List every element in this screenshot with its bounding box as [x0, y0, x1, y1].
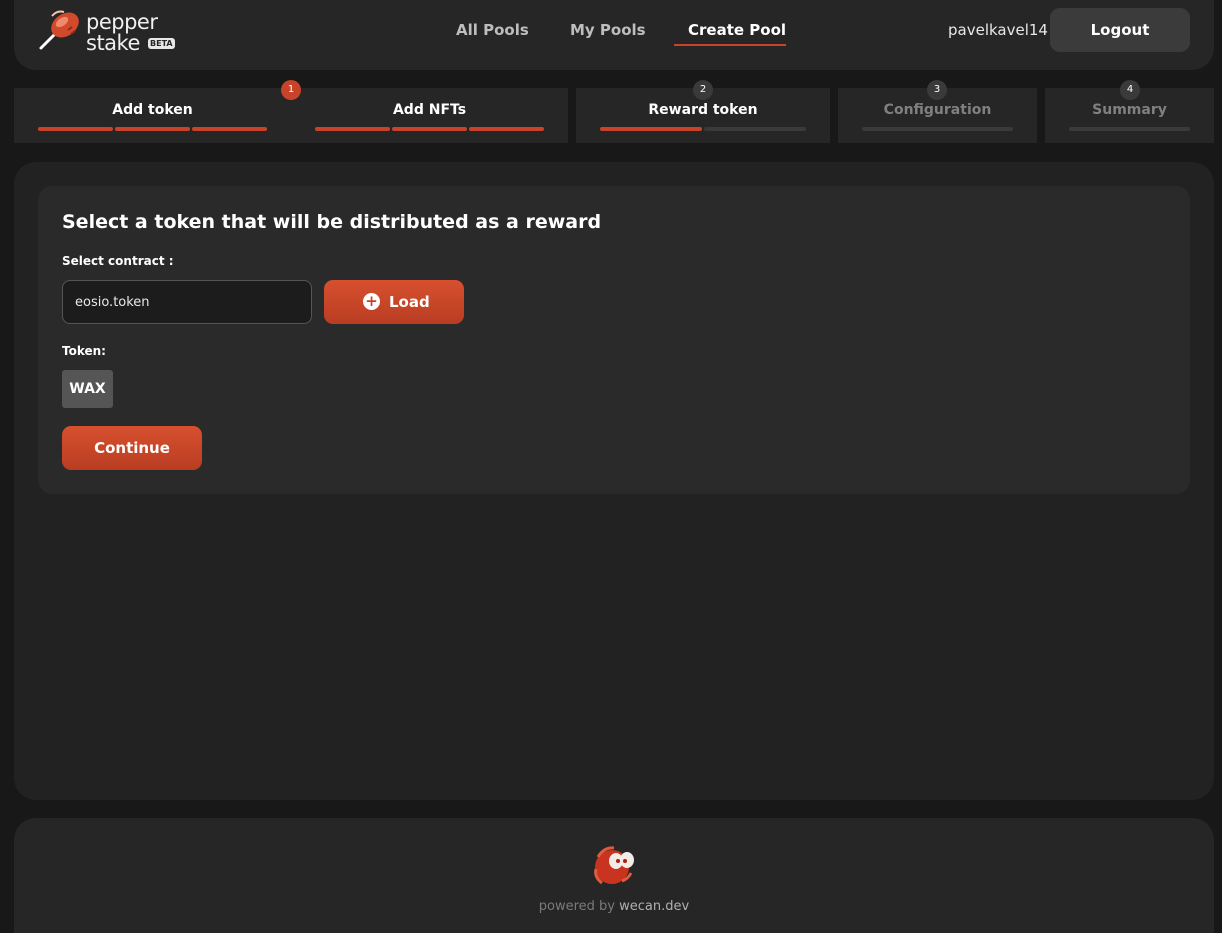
beta-badge: BETA: [148, 38, 175, 49]
step-configuration-bar: [862, 127, 1013, 131]
step-add-token-bar-3: [192, 127, 267, 131]
brand-wordmark: pepper stake: [86, 12, 158, 55]
step-summary-bar: [1069, 127, 1190, 131]
step-reward-bar-2: [704, 127, 806, 131]
wecan-link[interactable]: wecan.dev: [619, 899, 689, 914]
step-add-token[interactable]: Add token: [38, 102, 267, 118]
nav-active-underline: [674, 44, 786, 46]
pepperstake-logo[interactable]: pepper stake BETA: [38, 8, 188, 58]
step-4-badge: 4: [1120, 80, 1140, 100]
step-add-nfts[interactable]: Add NFTs: [315, 102, 544, 118]
plus-circle-icon: +: [363, 293, 380, 310]
nav-all-pools[interactable]: All Pools: [456, 21, 529, 39]
step-add-nfts-bar-3: [469, 127, 544, 131]
step-configuration[interactable]: Configuration: [862, 102, 1013, 118]
step-add-nfts-bar-1: [315, 127, 390, 131]
step-reward-token[interactable]: Reward token: [600, 102, 806, 118]
step-reward-bar-1: [600, 127, 702, 131]
wecan-mascot-icon: [594, 846, 634, 885]
username: pavelkavel14: [948, 21, 1048, 39]
step-summary[interactable]: Summary: [1069, 102, 1190, 118]
step-add-token-bar-1: [38, 127, 113, 131]
step-3-badge: 3: [927, 80, 947, 100]
token-label: Token:: [62, 344, 106, 358]
step-1-badge: 1: [281, 80, 301, 100]
nav-create-pool[interactable]: Create Pool: [688, 21, 786, 39]
step-add-nfts-bar-2: [392, 127, 467, 131]
powered-by: powered by wecan.dev: [0, 899, 1222, 914]
contract-input[interactable]: [62, 280, 312, 324]
pepper-logo-icon: [39, 10, 79, 50]
step-add-token-bar-2: [115, 127, 190, 131]
nav-my-pools[interactable]: My Pools: [570, 21, 646, 39]
load-button-label: Load: [389, 293, 430, 311]
logout-button[interactable]: Logout: [1050, 8, 1190, 52]
continue-button[interactable]: Continue: [62, 426, 202, 470]
token-option-wax[interactable]: WAX: [62, 370, 113, 408]
load-button[interactable]: + Load: [324, 280, 464, 324]
powered-by-prefix: powered by: [538, 899, 616, 914]
brand-line-2: stake: [86, 31, 140, 55]
form-title: Select a token that will be distributed …: [62, 211, 602, 233]
contract-label: Select contract :: [62, 254, 174, 268]
step-2-badge: 2: [693, 80, 713, 100]
